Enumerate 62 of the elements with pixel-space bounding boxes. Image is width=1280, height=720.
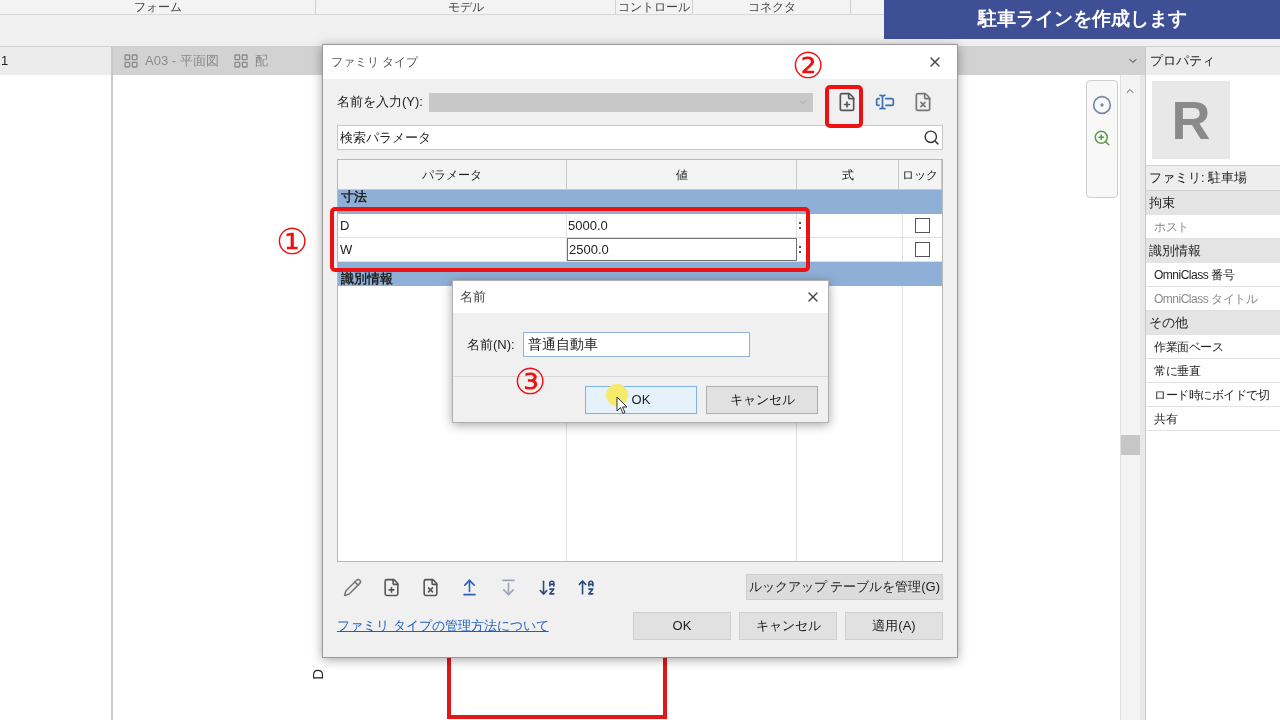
group-header: 識別情報 — [341, 272, 393, 286]
property-label: OmniClass 番号 — [1154, 266, 1234, 284]
property-label: ロード時にボイドで切 — [1154, 386, 1269, 404]
property-group-label: 識別情報 — [1149, 242, 1201, 261]
value-cell[interactable]: 5000.0 — [567, 214, 797, 237]
delete-parameter-icon[interactable] — [421, 577, 440, 597]
zoom-icon[interactable] — [1093, 129, 1111, 147]
sort-ascending-icon[interactable] — [538, 577, 557, 597]
sort-descending-icon[interactable] — [577, 577, 596, 597]
property-group-label: 拘束 — [1149, 194, 1175, 213]
rename-icon[interactable] — [874, 92, 895, 112]
dialog-title: 名前 — [460, 288, 486, 307]
property-label: 作業面ベース — [1154, 338, 1223, 356]
name-input-field[interactable]: 普通自動車 — [522, 332, 750, 357]
ribbon-panel-label: コネクタ — [693, 0, 851, 14]
column-header: ロック — [899, 160, 942, 189]
column-header: パラメータ — [338, 160, 567, 189]
property-group-label: その他 — [1149, 314, 1188, 333]
help-link[interactable]: ファミリ タイプの管理方法について — [337, 616, 549, 636]
steering-wheel-icon[interactable] — [1092, 95, 1112, 115]
search-field[interactable]: 検索パラメータ — [337, 125, 943, 150]
group-header: 寸法 — [341, 190, 367, 204]
pencil-icon[interactable] — [343, 577, 362, 597]
column-header: 式 — [797, 160, 899, 189]
step-number: ③ — [514, 362, 546, 402]
highlight-frame — [825, 85, 863, 128]
table-cell: W — [338, 238, 567, 261]
dimension-label: D — [308, 668, 328, 680]
family-thumbnail: R — [1152, 81, 1230, 159]
lock-checkbox[interactable] — [915, 242, 930, 257]
field-label: 名前(N): — [467, 335, 515, 354]
step-number: ① — [276, 222, 308, 262]
lookup-table-button[interactable]: ルックアップ テーブルを管理(G) — [745, 574, 943, 600]
family-type-label: ファミリ: 駐車場 — [1149, 169, 1248, 188]
ribbon-panel-label: コントロール — [616, 0, 693, 14]
view-icon — [232, 53, 249, 69]
dialog-title: ファミリ タイプ — [331, 54, 419, 71]
move-up-icon[interactable] — [460, 577, 479, 597]
dialog-button[interactable]: 適用(A) — [845, 612, 943, 640]
property-label: 共有 — [1154, 410, 1177, 428]
property-label: 常に垂直 — [1154, 362, 1200, 380]
scrollbar[interactable] — [1120, 75, 1140, 720]
view-icon — [123, 53, 139, 69]
column-header: 値 — [567, 160, 797, 189]
lock-checkbox[interactable] — [915, 218, 930, 233]
table-cell: D — [338, 214, 567, 237]
banner-text: 駐車ラインを作成します — [977, 7, 1187, 32]
ribbon-panel-label: モデル — [316, 0, 616, 14]
search-icon — [923, 129, 940, 146]
property-label: ホスト — [1154, 218, 1189, 236]
panel-title: プロパティ — [1150, 52, 1215, 71]
new-parameter-icon[interactable] — [382, 577, 401, 597]
step-number: ② — [792, 46, 824, 86]
cursor-icon — [616, 396, 628, 415]
dialog-button[interactable]: キャンセル — [706, 385, 818, 414]
dialog-button[interactable]: OK — [633, 612, 731, 640]
name-label: 名前を入力(Y): — [337, 93, 423, 112]
property-label: OmniClass タイトル — [1154, 290, 1257, 308]
ribbon-panel-label: フォーム — [0, 0, 316, 14]
dialog-button[interactable]: キャンセル — [739, 612, 837, 640]
value-cell[interactable]: 2500.0 — [567, 238, 797, 261]
browser-label: 1 — [1, 52, 9, 71]
